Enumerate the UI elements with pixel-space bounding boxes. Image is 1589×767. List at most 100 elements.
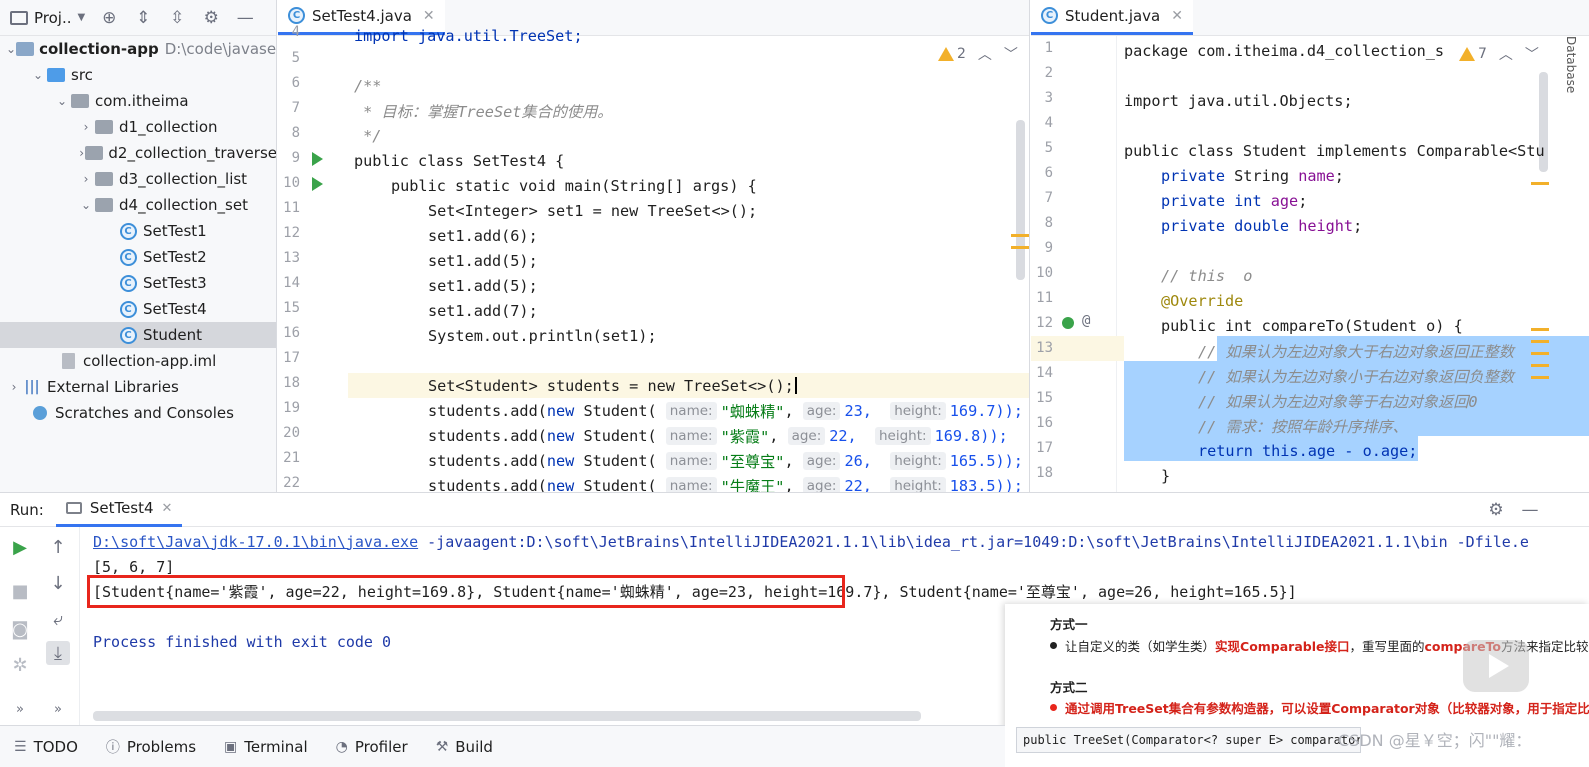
warning-marker[interactable] <box>1531 328 1549 331</box>
stop-icon[interactable]: ■ <box>8 579 32 603</box>
soft-wrap-icon[interactable]: ⤶ <box>46 607 70 631</box>
code-text: public int compareTo(Student o) { <box>1161 316 1463 335</box>
code-line: } <box>1161 463 1170 488</box>
implements-method-icon[interactable] <box>1062 317 1074 329</box>
scroll-down-icon[interactable]: ↓ <box>46 571 70 595</box>
build-button[interactable]: ⚒ Build <box>436 738 493 756</box>
tab-student[interactable]: C Student.java ✕ <box>1031 0 1193 35</box>
code-prefix: students.add( <box>428 476 547 493</box>
tree-item-d1[interactable]: › d1_collection <box>0 114 276 140</box>
settings-debug-icon[interactable]: ✲ <box>8 653 32 677</box>
problems-button[interactable]: ⓘ Problems <box>106 737 196 757</box>
warning-marker[interactable] <box>1531 364 1549 367</box>
tree-item-com-itheima[interactable]: ⌄ com.itheima <box>0 88 276 114</box>
gear-icon[interactable]: ⚙ <box>1486 500 1506 520</box>
tree-item-scratches[interactable]: Scratches and Consoles <box>0 400 276 426</box>
tree-item-settest1[interactable]: C SetTest1 <box>0 218 276 244</box>
terminal-button[interactable]: ▣ Terminal <box>224 738 308 756</box>
module-folder-icon <box>16 40 35 58</box>
locate-icon[interactable]: ⊕ <box>99 8 119 28</box>
collapse-all-icon[interactable]: ⇳ <box>167 8 187 28</box>
code-text: */ <box>354 126 382 145</box>
minimize-icon[interactable]: — <box>235 8 255 28</box>
tool-window-bar: ☰ TODO ⓘ Problems ▣ Terminal ◔ Profiler ⚒ Bui… <box>0 725 1005 767</box>
tree-item-settest4[interactable]: C SetTest4 <box>0 296 276 322</box>
tree-item-settest3[interactable]: C SetTest3 <box>0 270 276 296</box>
warning-count[interactable]: 7 <box>1459 46 1487 62</box>
editor-student[interactable]: C Student.java ✕ 7 ︿ ﹀ 1 2 3 4 5 6 7 8 9… <box>1031 0 1589 492</box>
more-icon[interactable]: » <box>46 697 70 721</box>
code-number: 26, <box>844 451 872 470</box>
warning-marker[interactable] <box>1531 352 1549 355</box>
close-icon[interactable]: ✕ <box>1171 8 1183 24</box>
chevron-right-icon[interactable]: › <box>78 146 85 160</box>
code-type: String <box>1234 166 1290 185</box>
console-hscrollbar[interactable] <box>93 711 921 721</box>
warning-marker[interactable] <box>1531 182 1549 185</box>
tree-item-student[interactable]: C Student <box>0 322 276 348</box>
run-config-icon <box>65 502 82 514</box>
project-title: Proj.. <box>34 8 72 27</box>
warning-marker[interactable] <box>1531 376 1549 379</box>
project-view-selector[interactable]: Proj.. ▼ <box>10 9 85 27</box>
chevron-down-icon[interactable]: ⌄ <box>6 42 16 56</box>
code-number: 165.5)); <box>949 451 1023 470</box>
inspection-widget[interactable]: 7 ︿ ﹀ <box>1459 44 1539 64</box>
warning-marker[interactable] <box>1011 234 1029 237</box>
next-highlight-icon[interactable]: ﹀ <box>1525 44 1539 64</box>
tree-item-iml[interactable]: collection-app.iml <box>0 348 276 374</box>
chevron-down-icon[interactable]: ⌄ <box>54 94 70 108</box>
warning-marker[interactable] <box>1011 246 1029 249</box>
chevron-down-icon[interactable]: ⌄ <box>78 198 94 212</box>
inspection-widget[interactable]: 2 ︿ ﹀ <box>938 44 1018 64</box>
tree-item-collection-app[interactable]: ⌄ collection-app D:\code\javasep <box>0 36 276 62</box>
tree-item-settest2[interactable]: C SetTest2 <box>0 244 276 270</box>
code-ctor: Student( <box>574 426 666 445</box>
tree-item-d2[interactable]: › d2_collection_traverse <box>0 140 276 166</box>
database-tool-window-button[interactable]: Database <box>1553 36 1589 96</box>
java-exe-link[interactable]: D:\soft\Java\jdk-17.0.1\bin\java.exe <box>93 533 418 551</box>
library-icon: ||| <box>24 379 40 395</box>
camera-icon[interactable]: ◙ <box>8 617 32 641</box>
profiler-button[interactable]: ◔ Profiler <box>336 738 408 756</box>
annotation-icon[interactable]: @ <box>1082 313 1090 329</box>
chevron-right-icon[interactable]: › <box>78 172 94 186</box>
expand-all-icon[interactable]: ⇕ <box>133 8 153 28</box>
chevron-down-icon[interactable]: ⌄ <box>30 68 46 82</box>
more-icon[interactable]: » <box>8 697 32 721</box>
minimize-icon[interactable]: — <box>1520 500 1540 520</box>
code-line: private String name; <box>1161 166 1344 185</box>
code-text: * 目标：掌握TreeSet集合的使用。 <box>354 102 613 121</box>
tree-item-external-libraries[interactable]: › ||| External Libraries <box>0 374 276 400</box>
tree-item-d4[interactable]: ⌄ d4_collection_set <box>0 192 276 218</box>
editor-settest4[interactable]: C SetTest4.java ✕ 2 ︿ ﹀ 4 5 6 7 8 9 10 1… <box>278 0 1030 492</box>
rerun-icon[interactable]: ▶ <box>8 535 32 559</box>
chevron-right-icon[interactable]: › <box>6 380 22 394</box>
close-icon[interactable]: ✕ <box>162 501 173 516</box>
line-number: 4 <box>291 24 300 40</box>
todo-button[interactable]: ☰ TODO <box>14 738 78 756</box>
scroll-to-end-icon[interactable]: ⤓ <box>46 641 70 665</box>
param-hint: age: <box>787 426 826 445</box>
prev-highlight-icon[interactable]: ︿ <box>1499 44 1513 64</box>
next-highlight-icon[interactable]: ﹀ <box>1004 44 1018 64</box>
close-icon[interactable]: ✕ <box>423 8 435 24</box>
tree-item-label: collection-app <box>39 40 159 58</box>
run-class-icon[interactable] <box>312 152 323 166</box>
video-play-button[interactable] <box>1463 640 1529 692</box>
warning-count[interactable]: 2 <box>938 46 966 62</box>
scroll-up-icon[interactable]: ↑ <box>46 535 70 559</box>
java-class-icon: C <box>118 300 138 318</box>
prev-highlight-icon[interactable]: ︿ <box>978 44 992 64</box>
editor-scrollbar[interactable] <box>1016 120 1025 280</box>
tree-item-src[interactable]: ⌄ src <box>0 62 276 88</box>
code-text: set1.add(6); <box>428 226 538 245</box>
source-folder-icon <box>46 66 66 84</box>
code-text: Set<Student> students = new TreeSet<>(); <box>428 376 794 395</box>
chevron-right-icon[interactable]: › <box>78 120 94 134</box>
tree-item-d3[interactable]: › d3_collection_list <box>0 166 276 192</box>
run-tab-settest4[interactable]: SetTest4 ✕ <box>55 493 183 527</box>
gear-icon[interactable]: ⚙ <box>201 8 221 28</box>
run-main-icon[interactable] <box>312 177 323 191</box>
warning-marker[interactable] <box>1531 340 1549 343</box>
